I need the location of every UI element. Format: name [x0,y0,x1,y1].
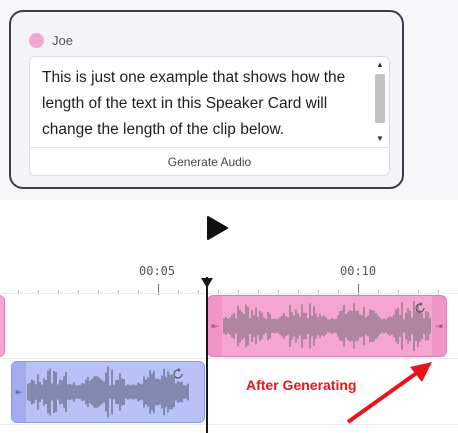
play-icon[interactable] [205,215,229,241]
generate-audio-button[interactable]: Generate Audio [30,148,389,176]
blue-clip[interactable]: ⇤ [11,361,205,423]
annotation-arrow-icon [346,362,432,424]
playhead[interactable] [206,277,208,433]
speaker-header: Joe [29,31,73,49]
ruler-label: 00:10 [340,264,377,278]
playhead-marker-icon[interactable] [201,278,213,288]
pink-clip[interactable]: ⇤ ⇥ [207,295,447,357]
pink-clip-previous[interactable] [0,295,5,357]
speaker-name: Joe [52,32,73,48]
blue-waveform [27,366,189,418]
pink-waveform [223,301,431,351]
ruler-label: 00:05 [139,264,176,278]
clip-trim-left-handle[interactable]: ⇤ [12,362,26,422]
speaker-card: Joe This is just one example that shows … [9,10,404,189]
refresh-icon[interactable] [172,368,184,380]
clip-trim-right-handle[interactable]: ⇥ [432,296,446,356]
speaker-text[interactable]: This is just one example that shows how … [42,65,366,143]
scroll-thumb[interactable] [375,74,385,123]
refresh-icon[interactable] [414,302,426,314]
speaker-color-dot [29,32,44,48]
scroll-up-icon[interactable]: ▲ [376,61,384,69]
clip-trim-left-handle[interactable]: ⇤ [208,296,222,356]
scroll-down-icon[interactable]: ▼ [376,135,384,143]
track-divider [0,293,458,294]
speaker-text-box[interactable]: This is just one example that shows how … [29,56,390,176]
text-scrollbar[interactable]: ▲ ▼ [375,61,385,143]
